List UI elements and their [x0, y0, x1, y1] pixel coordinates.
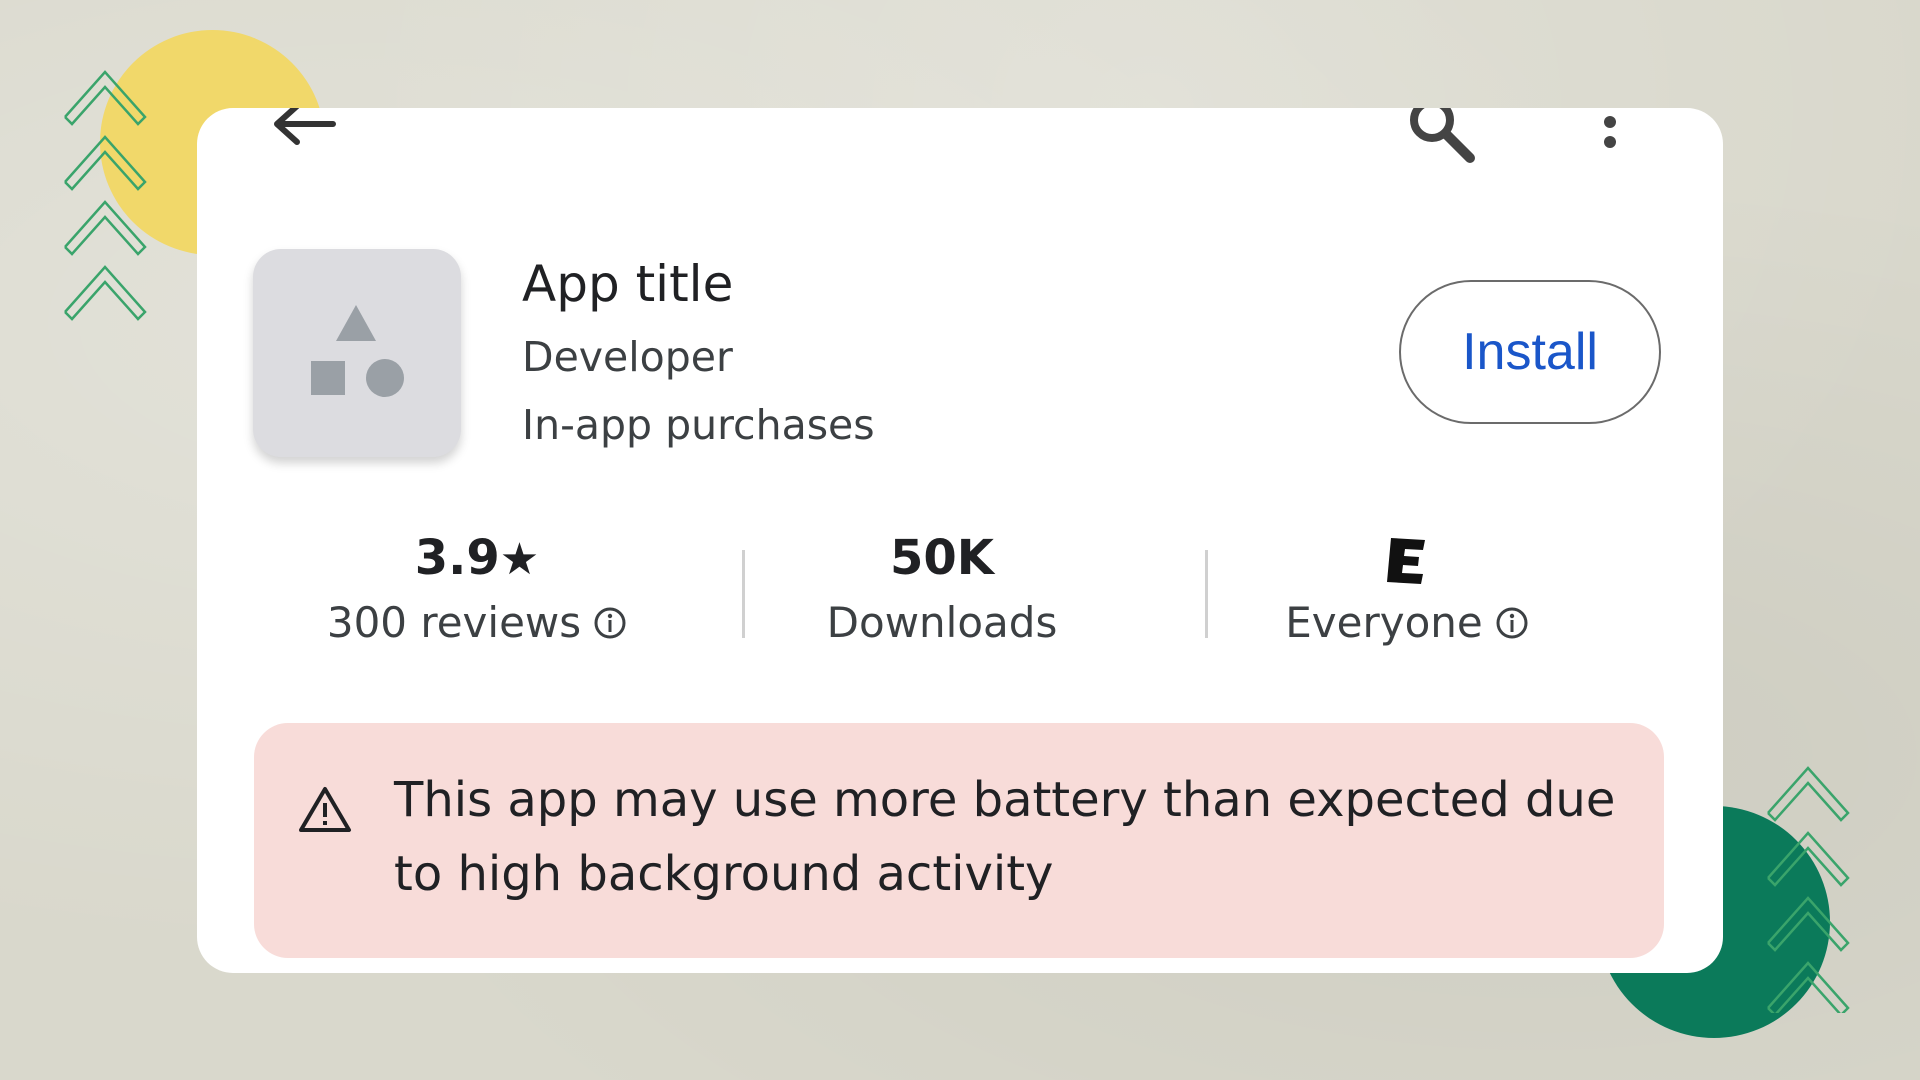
back-arrow-icon[interactable] [267, 108, 337, 158]
search-icon[interactable] [1402, 108, 1482, 168]
warning-icon [299, 787, 351, 832]
stat-divider [1205, 550, 1208, 638]
downloads-label: Downloads [826, 598, 1058, 647]
app-details-card: App title Developer In-app purchases Ins… [197, 108, 1723, 973]
content-rating-label: Everyone [1285, 598, 1483, 647]
rating-value: 3.9 [414, 530, 500, 586]
app-title: App title [522, 255, 734, 313]
install-button[interactable]: Install [1399, 280, 1661, 424]
info-icon[interactable] [1495, 606, 1529, 640]
battery-warning-banner: This app may use more battery than expec… [254, 723, 1664, 958]
in-app-purchases-label: In-app purchases [522, 401, 875, 449]
app-icon [253, 249, 461, 457]
info-icon[interactable] [593, 606, 627, 640]
decorative-chevrons-right [1767, 766, 1850, 1013]
stat-divider [742, 550, 745, 638]
decorative-chevrons-left [64, 70, 147, 321]
downloads-stat: 50K Downloads [772, 528, 1112, 647]
warning-text: This app may use more battery than expec… [394, 772, 1616, 902]
developer-link[interactable]: Developer [522, 333, 733, 381]
rating-stat[interactable]: 3.9★ 300 reviews [307, 528, 647, 647]
reviews-count: 300 reviews [326, 598, 582, 647]
downloads-value: 50K [890, 530, 994, 586]
star-icon: ★ [499, 534, 540, 585]
app-placeholder-icon [311, 305, 404, 397]
more-vert-icon[interactable] [1595, 108, 1625, 168]
esrb-everyone-icon [1387, 538, 1425, 584]
content-rating-stat[interactable]: Everyone [1237, 528, 1577, 647]
